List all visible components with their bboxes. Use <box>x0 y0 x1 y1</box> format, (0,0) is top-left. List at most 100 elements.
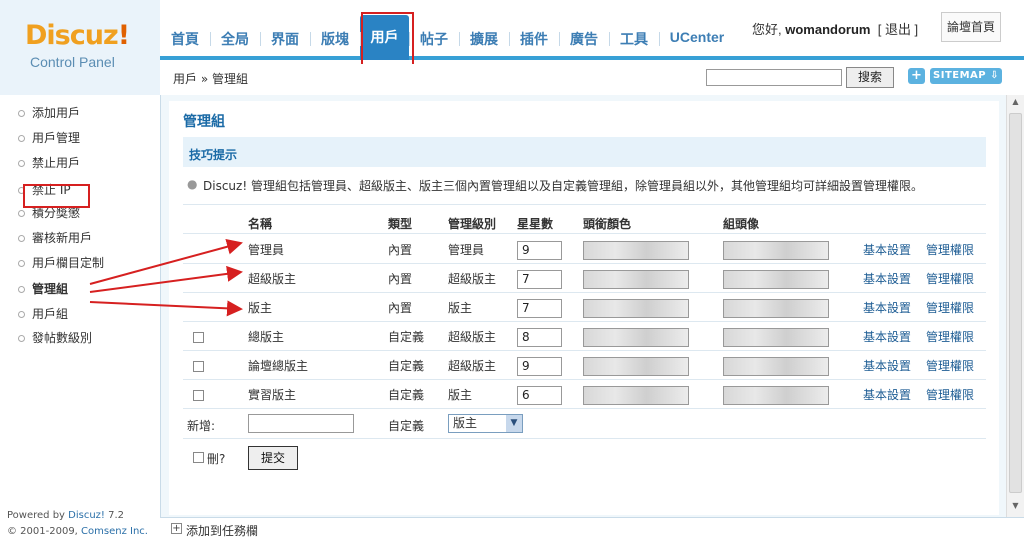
divider <box>183 233 986 234</box>
scroll-up-icon[interactable]: ▲ <box>1009 97 1022 111</box>
basic-settings-link[interactable]: 基本設置 <box>863 357 911 374</box>
group-avatar-input[interactable] <box>723 299 829 318</box>
scroll-down-icon[interactable]: ▼ <box>1009 501 1022 515</box>
plus-icon[interactable]: + <box>171 523 182 534</box>
col-header-avatar: 組頭像 <box>723 217 760 231</box>
nav-extend[interactable]: 擴展 <box>459 15 509 60</box>
row-level: 超級版主 <box>448 359 497 373</box>
divider <box>183 204 986 205</box>
nav-interface[interactable]: 界面 <box>260 15 310 60</box>
stars-input[interactable]: 6 <box>517 386 562 405</box>
title-color-input[interactable] <box>583 357 689 376</box>
group-avatar-input[interactable] <box>723 328 829 347</box>
divider <box>183 408 986 409</box>
admin-perm-link[interactable]: 管理權限 <box>926 241 974 258</box>
tips-heading: 技巧提示 <box>183 137 986 167</box>
stars-input[interactable]: 8 <box>517 328 562 347</box>
title-color-input[interactable] <box>583 328 689 347</box>
annotation-highlight-box <box>23 184 90 208</box>
main-nav: 首頁 全局 界面 版塊 用戶 帖子 擴展 插件 廣告 工具 UCenter <box>160 15 735 60</box>
group-avatar-input[interactable] <box>723 270 829 289</box>
col-header-type: 類型 <box>388 217 413 231</box>
sidebar-item-post-levels[interactable]: 發帖數級別 <box>18 329 92 347</box>
title-color-input[interactable] <box>583 241 689 260</box>
username: womandorum <box>785 22 871 37</box>
tips-text: Discuz! 管理組包括管理員、超級版主、版主三個內置管理組以及自定義管理組，… <box>203 179 923 193</box>
search-input[interactable] <box>706 69 842 86</box>
group-avatar-input[interactable] <box>723 241 829 260</box>
top-nav-bar: 首頁 全局 界面 版塊 用戶 帖子 擴展 插件 廣告 工具 UCenter 您好… <box>160 0 1024 66</box>
greeting: 您好, <box>752 22 782 37</box>
basic-settings-link[interactable]: 基本設置 <box>863 386 911 403</box>
header: Discuz! Control Panel 首頁 全局 界面 版塊 用戶 帖子 … <box>0 0 1024 95</box>
logo-subtitle: Control Panel <box>30 54 115 70</box>
powered-by: Powered by Discuz! 7.2 © 2001-2009, Coms… <box>7 510 148 537</box>
divider <box>183 379 986 380</box>
divider <box>183 438 986 439</box>
stars-input[interactable]: 7 <box>517 299 562 318</box>
submit-button[interactable]: 提交 <box>248 446 298 470</box>
sidebar-item-admin-groups[interactable]: 管理組 <box>18 280 68 298</box>
admin-perm-link[interactable]: 管理權限 <box>926 386 974 403</box>
sidebar-item-add-user[interactable]: 添加用戶 <box>18 104 80 122</box>
row-level: 版主 <box>448 301 473 315</box>
row-name: 管理員 <box>248 243 285 257</box>
basic-settings-link[interactable]: 基本設置 <box>863 299 911 316</box>
sidebar-item-audit-users[interactable]: 審核新用戶 <box>18 229 92 247</box>
bullet-icon: ● <box>187 177 198 191</box>
title-color-input[interactable] <box>583 299 689 318</box>
sidebar-item-user-manage[interactable]: 用戶管理 <box>18 129 80 147</box>
stars-input[interactable]: 9 <box>517 241 562 260</box>
new-label: 新增: <box>187 419 216 433</box>
delete-checkbox[interactable] <box>193 332 204 343</box>
sidebar-item-user-fields[interactable]: 用戶欄目定制 <box>18 254 104 272</box>
logout-link[interactable]: [ 退出 ] <box>878 22 918 37</box>
scroll-thumb[interactable] <box>1009 113 1022 493</box>
basic-settings-link[interactable]: 基本設置 <box>863 270 911 287</box>
status-bar: + 添加到任務欄 <box>160 517 1024 542</box>
title-color-input[interactable] <box>583 386 689 405</box>
admin-perm-link[interactable]: 管理權限 <box>926 357 974 374</box>
nav-home[interactable]: 首頁 <box>160 15 210 60</box>
row-type: 內置 <box>388 272 413 286</box>
annotation-highlight-box <box>361 12 414 66</box>
title-color-input[interactable] <box>583 270 689 289</box>
col-header-stars: 星星數 <box>517 217 554 231</box>
nav-posts[interactable]: 帖子 <box>409 15 459 60</box>
forum-home-button[interactable]: 論壇首頁 <box>941 12 1001 42</box>
col-header-name: 名稱 <box>248 217 273 231</box>
sitemap-button[interactable]: SITEMAP ⇩ <box>930 68 1002 84</box>
nav-global[interactable]: 全局 <box>210 15 260 60</box>
add-to-taskbar-link[interactable]: 添加到任務欄 <box>186 522 258 539</box>
sidebar-item-user-groups[interactable]: 用戶組 <box>18 305 68 323</box>
new-level-select[interactable]: 版主 ▼ <box>448 414 523 433</box>
delete-all-checkbox[interactable] <box>193 452 204 463</box>
delete-checkbox[interactable] <box>193 361 204 372</box>
stars-input[interactable]: 9 <box>517 357 562 376</box>
delete-checkbox[interactable] <box>193 390 204 401</box>
nav-ads[interactable]: 廣告 <box>559 15 609 60</box>
search-button[interactable]: 搜索 <box>846 67 894 88</box>
admin-perm-link[interactable]: 管理權限 <box>926 299 974 316</box>
basic-settings-link[interactable]: 基本設置 <box>863 241 911 258</box>
group-avatar-input[interactable] <box>723 386 829 405</box>
stars-input[interactable]: 7 <box>517 270 562 289</box>
divider <box>183 292 986 293</box>
scrollbar[interactable]: ▲ ▼ <box>1006 95 1024 517</box>
admin-perm-link[interactable]: 管理權限 <box>926 270 974 287</box>
nav-tools[interactable]: 工具 <box>609 15 659 60</box>
basic-settings-link[interactable]: 基本設置 <box>863 328 911 345</box>
nav-plugins[interactable]: 插件 <box>509 15 559 60</box>
row-type: 內置 <box>388 243 413 257</box>
new-group-name-input[interactable] <box>248 414 354 433</box>
row-level: 管理員 <box>448 243 485 257</box>
add-shortcut-button[interactable]: + <box>908 68 925 84</box>
chevron-down-icon: ▼ <box>506 415 522 432</box>
nav-forums[interactable]: 版塊 <box>310 15 360 60</box>
nav-ucenter[interactable]: UCenter <box>659 15 735 60</box>
page-title: 管理組 <box>183 114 225 130</box>
admin-perm-link[interactable]: 管理權限 <box>926 328 974 345</box>
sidebar-item-ban-user[interactable]: 禁止用戶 <box>18 154 80 172</box>
group-avatar-input[interactable] <box>723 357 829 376</box>
new-type: 自定義 <box>388 419 425 433</box>
